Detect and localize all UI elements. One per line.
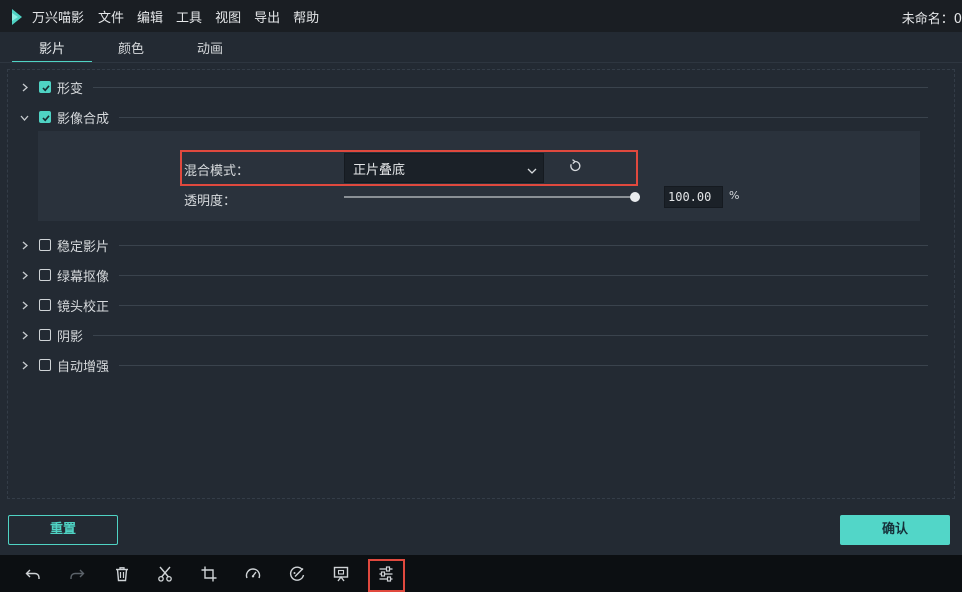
section-lens-correction[interactable]: 镜头校正: [8, 295, 928, 315]
cut-icon[interactable]: [157, 566, 173, 582]
chevron-right-icon[interactable]: [20, 271, 29, 280]
checkbox-stabilize[interactable]: [39, 239, 51, 251]
speed-icon[interactable]: [245, 566, 261, 582]
menu-file[interactable]: 文件: [98, 7, 124, 26]
undo-icon[interactable]: [25, 566, 41, 582]
adjust-icon[interactable]: [378, 566, 394, 582]
chevron-right-icon[interactable]: [20, 331, 29, 340]
menu-tools[interactable]: 工具: [176, 7, 202, 26]
section-label: 镜头校正: [57, 299, 110, 315]
app-name: 万兴喵影: [32, 10, 85, 26]
section-label: 阴影: [57, 329, 84, 345]
divider: [93, 87, 928, 88]
app-logo-icon: [10, 9, 24, 25]
opacity-input[interactable]: 100.00: [664, 186, 723, 208]
redo-icon[interactable]: [69, 566, 85, 582]
delete-icon[interactable]: [114, 566, 130, 582]
divider: [119, 275, 928, 276]
tab-animation[interactable]: 动画: [170, 41, 250, 63]
reset-blend-icon[interactable]: [568, 159, 582, 173]
ok-button[interactable]: 确认: [840, 515, 950, 545]
opacity-unit: %: [729, 189, 740, 202]
opacity-slider-track[interactable]: [344, 196, 640, 198]
checkbox-transform[interactable]: [39, 81, 51, 93]
document-title: 未命名：0: [901, 12, 962, 27]
section-auto-enhance[interactable]: 自动增强: [8, 355, 928, 375]
divider: [93, 335, 928, 336]
section-label: 绿幕抠像: [57, 269, 110, 285]
section-label: 影像合成: [57, 111, 110, 127]
section-stabilize[interactable]: 稳定影片: [8, 235, 928, 255]
divider: [119, 365, 928, 366]
blend-mode-label: 混合模式：: [184, 164, 250, 179]
opacity-label: 透明度：: [184, 194, 237, 209]
reset-button[interactable]: 重置: [8, 515, 118, 545]
blend-mode-select[interactable]: 正片叠底: [344, 153, 544, 183]
settings-content: 形变 影像合成 混合模式： 正片叠底 透明度： 100.00 % 稳定影片 绿幕…: [7, 69, 955, 499]
tab-divider: [0, 62, 962, 63]
section-label: 形变: [57, 81, 84, 97]
checkbox-auto-enhance[interactable]: [39, 359, 51, 371]
tab-bar: 影片 颜色 动画: [12, 41, 250, 63]
compositing-subpanel: 混合模式： 正片叠底 透明度： 100.00 %: [38, 131, 920, 221]
divider: [119, 305, 928, 306]
divider: [119, 245, 928, 246]
opacity-slider-handle[interactable]: [630, 192, 640, 202]
section-label: 自动增强: [57, 359, 110, 375]
menu-view[interactable]: 视图: [215, 7, 241, 26]
section-transform[interactable]: 形变: [8, 77, 928, 97]
menu-bar: 万兴喵影 文件 编辑 工具 视图 导出 帮助 未命名：0: [0, 0, 962, 32]
blend-mode-value: 正片叠底: [353, 162, 406, 178]
crop-icon[interactable]: [201, 566, 217, 582]
chevron-right-icon[interactable]: [20, 301, 29, 310]
divider: [119, 117, 928, 118]
section-shadow[interactable]: 阴影: [8, 325, 928, 345]
checkbox-compositing[interactable]: [39, 111, 51, 123]
chevron-right-icon[interactable]: [20, 361, 29, 370]
chevron-right-icon[interactable]: [20, 241, 29, 250]
checkbox-lens-correction[interactable]: [39, 299, 51, 311]
tab-color[interactable]: 颜色: [92, 41, 170, 63]
chevron-down-icon: [527, 164, 537, 179]
tab-video[interactable]: 影片: [12, 41, 92, 63]
checkbox-chroma-key[interactable]: [39, 269, 51, 281]
menu-help[interactable]: 帮助: [293, 7, 319, 26]
chevron-down-icon[interactable]: [20, 113, 29, 122]
menu-edit[interactable]: 编辑: [137, 7, 163, 26]
menu-export[interactable]: 导出: [254, 7, 280, 26]
section-chroma-key[interactable]: 绿幕抠像: [8, 265, 928, 285]
checkbox-shadow[interactable]: [39, 329, 51, 341]
timeline-toolbar: [0, 555, 962, 592]
color-icon[interactable]: [289, 566, 305, 582]
section-compositing[interactable]: 影像合成: [8, 107, 928, 127]
video-properties-panel: 影片 颜色 动画 形变 影像合成 混合模式： 正片叠底 透明度： 100.00 …: [0, 32, 962, 555]
section-label: 稳定影片: [57, 239, 110, 255]
chevron-right-icon[interactable]: [20, 83, 29, 92]
screen-icon[interactable]: [333, 566, 349, 582]
